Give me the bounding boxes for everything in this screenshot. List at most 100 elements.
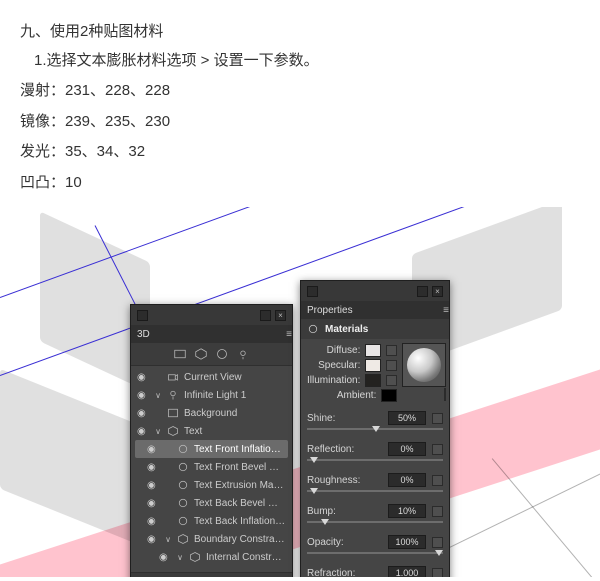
texture-picker-icon[interactable] [386,375,397,386]
texture-picker-icon[interactable] [432,568,443,578]
param-diffuse: 漫射：231、228、228 [20,77,580,106]
visibility-toggle-icon[interactable]: ◉ [147,516,159,527]
tree-item[interactable]: ◉Text Extrusion Material [135,476,288,494]
panel-menu-icon[interactable]: ≡ [286,329,292,340]
panel-properties[interactable]: × Properties ≡ Materials Diffuse: Specul… [300,280,450,577]
light-icon [167,389,179,401]
texture-picker-icon[interactable] [432,475,443,486]
bg-icon [167,407,179,419]
slider-value[interactable]: 100% [388,535,426,549]
tree-item[interactable]: ◉∨Internal Constraint 2_Text [135,548,288,566]
texture-picker-icon[interactable] [386,345,397,356]
swatch-ambient[interactable] [381,389,397,402]
tree-item[interactable]: ◉Text Back Bevel Material [135,494,288,512]
new-layer-icon[interactable] [252,576,264,577]
slider-track[interactable] [307,521,443,529]
swatch-diffuse[interactable] [365,344,381,357]
material-preview[interactable] [402,343,446,387]
panel-properties-tabstrip: Properties ≡ [301,301,449,319]
slider-value[interactable]: 10% [388,504,426,518]
tree-item[interactable]: ◉Text Back Inflation Material [135,512,288,530]
tree-item[interactable]: ◉∨Infinite Light 1 [135,386,288,404]
screenshot-stage: × 3D ≡ ◉Current View◉∨Infinite Light 1◉B… [0,207,600,577]
slider-row: Refraction:1.000 [307,566,443,577]
slider-label: Bump: [307,506,382,517]
tree-item[interactable]: ◉Text Front Bevel Material [135,458,288,476]
disclosure-icon[interactable]: ∨ [154,391,162,400]
panel-menu-icon[interactable]: ≡ [443,305,449,316]
tab-properties[interactable]: Properties [307,305,353,316]
slider-track[interactable] [307,428,443,436]
texture-picker-icon[interactable] [386,360,397,371]
texture-picker-icon[interactable] [432,413,443,424]
slider-group: Shine:50% Reflection: 0% Roughness: 0% Bump: 1… [307,411,443,577]
filter-light-icon[interactable] [237,348,249,360]
slider-row: Shine:50% [307,411,443,436]
filter-mesh-icon[interactable] [195,348,207,360]
texture-picker-icon[interactable] [432,444,443,455]
section-subhead: 1.选择文本膨胀材料选项 > 设置一下参数。 [20,47,580,76]
mat-icon [177,497,189,509]
tree-item[interactable]: ◉Current View [135,368,288,386]
visibility-toggle-icon[interactable]: ◉ [147,462,159,473]
tree-item[interactable]: ◉∨Text [135,422,288,440]
slider-track[interactable] [307,459,443,467]
trash-icon[interactable] [272,576,284,577]
disclosure-icon[interactable]: ∨ [154,427,162,436]
slider-thumb[interactable] [310,488,318,494]
tree-item[interactable]: ◉∨Boundary Constraint 1_Text [135,530,288,548]
visibility-toggle-icon[interactable]: ◉ [147,534,159,545]
slider-value[interactable]: 0% [388,442,426,456]
visibility-toggle-icon[interactable]: ◉ [137,372,149,383]
param-emission: 发光：35、34、32 [20,138,580,167]
slider-label: Reflection: [307,444,382,455]
slider-track[interactable] [307,490,443,498]
close-icon[interactable]: × [275,310,286,321]
close-icon[interactable]: × [432,286,443,297]
texture-picker-icon[interactable] [432,537,443,548]
visibility-toggle-icon[interactable]: ◉ [159,552,171,563]
slider-label: Opacity: [307,537,382,548]
mat-icon [177,461,189,473]
panel-3d-tabstrip: 3D ≡ [131,325,292,343]
slider-thumb[interactable] [435,550,443,556]
panel-3d-titlebar[interactable]: × [131,305,292,325]
collapse-icon[interactable] [307,286,318,297]
slider-thumb[interactable] [310,457,318,463]
minimize-icon[interactable] [260,310,271,321]
visibility-toggle-icon[interactable]: ◉ [137,426,149,437]
visibility-toggle-icon[interactable]: ◉ [147,480,159,491]
tree-item-label: Background [184,408,286,419]
swatch-specular[interactable] [365,359,381,372]
filter-scene-icon[interactable] [174,348,186,360]
slider-value[interactable]: 0% [388,473,426,487]
label-ambient: Ambient: [307,390,376,401]
slider-label: Roughness: [307,475,382,486]
filter-material-icon[interactable] [216,348,228,360]
slider-value[interactable]: 1.000 [388,566,426,577]
slider-thumb[interactable] [321,519,329,525]
disclosure-icon[interactable]: ∨ [176,553,184,562]
section-title: Materials [325,324,368,335]
slider-thumb[interactable] [372,426,380,432]
slider-track[interactable] [307,552,443,560]
visibility-toggle-icon[interactable]: ◉ [137,390,149,401]
tree-item[interactable]: ◉Text Front Inflation Material [135,440,288,458]
collapse-icon[interactable] [137,310,148,321]
panel-3d-footer [131,572,292,577]
visibility-toggle-icon[interactable]: ◉ [147,498,159,509]
slider-row: Roughness: 0% [307,473,443,498]
panel-3d[interactable]: × 3D ≡ ◉Current View◉∨Infinite Light 1◉B… [130,304,293,577]
visibility-toggle-icon[interactable]: ◉ [147,444,159,455]
preview-menu-icon[interactable] [444,388,446,401]
swatch-illumination[interactable] [365,374,381,387]
texture-picker-icon[interactable] [432,506,443,517]
tree-item[interactable]: ◉ Background [135,404,288,422]
panel-properties-titlebar[interactable]: × [301,281,449,301]
slider-value[interactable]: 50% [388,411,426,425]
disclosure-icon[interactable]: ∨ [164,535,172,544]
minimize-icon[interactable] [417,286,428,297]
tab-3d[interactable]: 3D [137,329,150,340]
scene-tree: ◉Current View◉∨Infinite Light 1◉Backgrou… [131,366,292,572]
visibility-toggle-icon[interactable]: ◉ [137,408,149,419]
